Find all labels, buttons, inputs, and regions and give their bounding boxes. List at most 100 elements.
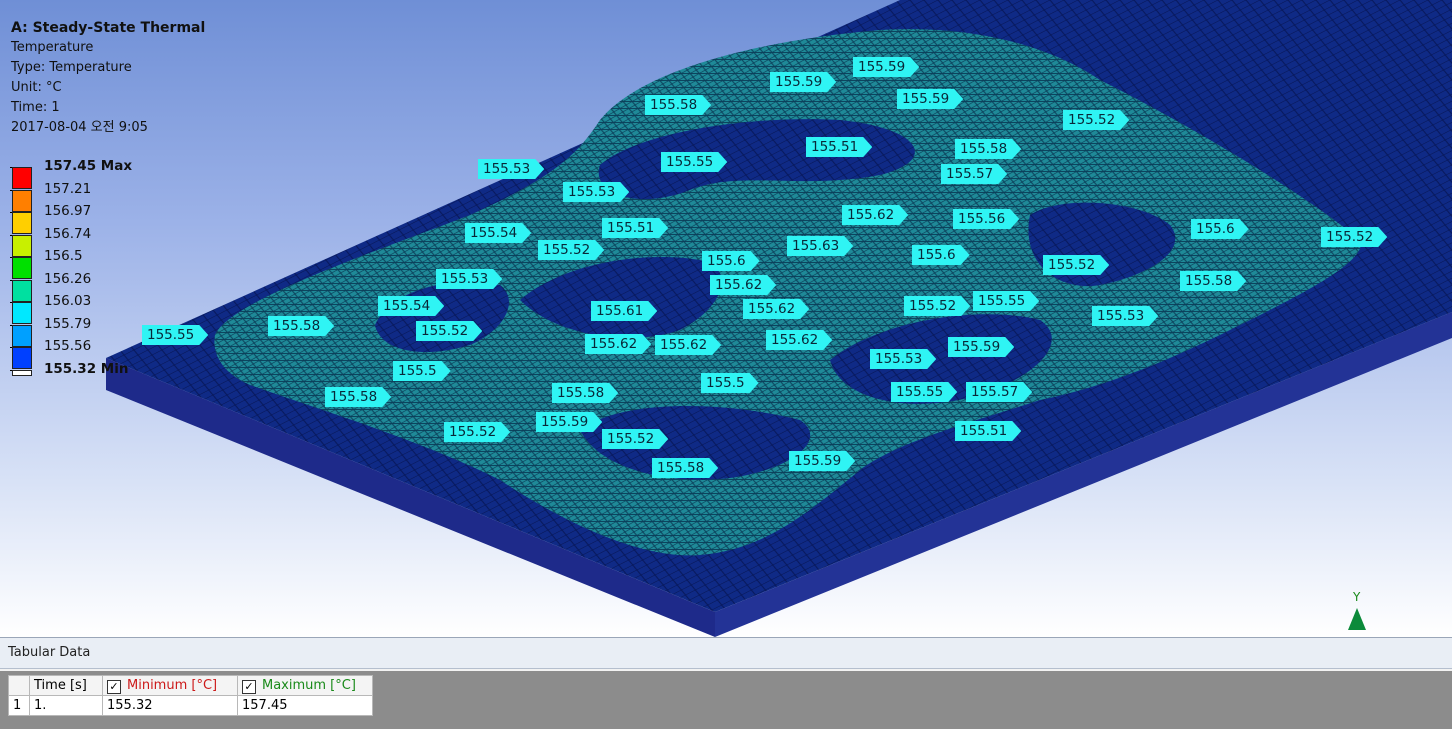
analysis-title: A: Steady-State Thermal bbox=[11, 20, 206, 36]
result-info: A: Steady-State Thermal Temperature Type… bbox=[11, 18, 205, 138]
legend-label[interactable]: 156.03 bbox=[44, 293, 91, 309]
probe-label[interactable]: 155.51 bbox=[602, 218, 668, 238]
legend-label[interactable]: 156.74 bbox=[44, 226, 91, 242]
probe-label[interactable]: 155.58 bbox=[652, 458, 718, 478]
probe-label[interactable]: 155.55 bbox=[973, 291, 1039, 311]
table-row[interactable]: 1 1. 155.32 157.45 bbox=[8, 695, 373, 716]
probe-label[interactable]: 155.61 bbox=[591, 301, 657, 321]
legend-color-swatch[interactable] bbox=[12, 212, 32, 234]
probe-label[interactable]: 155.62 bbox=[766, 330, 832, 350]
tabular-data-grid: Time [s] ✓ Minimum [°C] ✓ Maximum [°C] 1 1… bbox=[0, 671, 1452, 729]
cell-time[interactable]: 1. bbox=[29, 695, 103, 716]
graphics-viewport[interactable]: A: Steady-State Thermal Temperature Type… bbox=[0, 0, 1452, 637]
probe-label[interactable]: 155.52 bbox=[1063, 110, 1129, 130]
probe-label[interactable]: 155.62 bbox=[585, 334, 651, 354]
probe-label[interactable]: 155.6 bbox=[702, 251, 760, 271]
cell-maximum[interactable]: 157.45 bbox=[237, 695, 373, 716]
result-timestamp: 2017-08-04 오전 9:05 bbox=[11, 120, 148, 135]
probe-label[interactable]: 155.52 bbox=[602, 429, 668, 449]
probe-label[interactable]: 155.53 bbox=[478, 159, 544, 179]
probe-label[interactable]: 155.58 bbox=[1180, 271, 1246, 291]
tabular-data-table: Time [s] ✓ Minimum [°C] ✓ Maximum [°C] 1 1… bbox=[8, 675, 373, 716]
probe-label[interactable]: 155.59 bbox=[948, 337, 1014, 357]
probe-label[interactable]: 155.51 bbox=[806, 137, 872, 157]
probe-label[interactable]: 155.53 bbox=[436, 269, 502, 289]
probe-label[interactable]: 155.6 bbox=[912, 245, 970, 265]
probe-label[interactable]: 155.58 bbox=[268, 316, 334, 336]
probe-label[interactable]: 155.53 bbox=[563, 182, 629, 202]
legend-label[interactable]: 155.32 Min bbox=[44, 361, 128, 377]
legend-label[interactable]: 155.79 bbox=[44, 316, 91, 332]
probe-label[interactable]: 155.6 bbox=[1191, 219, 1249, 239]
tabular-data-panel: Tabular Data Time [s] ✓ Minimum [°C] ✓ Max… bbox=[0, 637, 1452, 729]
probe-label[interactable]: 155.52 bbox=[444, 422, 510, 442]
probe-label[interactable]: 155.58 bbox=[955, 139, 1021, 159]
probe-label[interactable]: 155.59 bbox=[897, 89, 963, 109]
probe-label[interactable]: 155.62 bbox=[842, 205, 908, 225]
probe-label[interactable]: 155.56 bbox=[953, 209, 1019, 229]
probe-label[interactable]: 155.54 bbox=[378, 296, 444, 316]
probe-label[interactable]: 155.59 bbox=[536, 412, 602, 432]
legend-color-swatch[interactable] bbox=[12, 279, 32, 302]
probe-label[interactable]: 155.52 bbox=[416, 321, 482, 341]
probe-label[interactable]: 155.62 bbox=[710, 275, 776, 295]
probe-label[interactable]: 155.52 bbox=[904, 296, 970, 316]
probe-label[interactable]: 155.53 bbox=[870, 349, 936, 369]
legend-label[interactable]: 156.97 bbox=[44, 203, 91, 219]
probe-label[interactable]: 155.62 bbox=[743, 299, 809, 319]
legend-color-swatch[interactable] bbox=[12, 234, 32, 257]
result-time: Time: 1 bbox=[11, 100, 60, 115]
legend-label[interactable]: 156.5 bbox=[44, 248, 83, 264]
result-name: Temperature bbox=[11, 40, 94, 55]
column-header-time[interactable]: Time [s] bbox=[29, 675, 103, 696]
probe-label[interactable]: 155.51 bbox=[955, 421, 1021, 441]
probe-label[interactable]: 155.55 bbox=[661, 152, 727, 172]
probe-label[interactable]: 155.5 bbox=[701, 373, 759, 393]
legend-label[interactable]: 156.26 bbox=[44, 271, 91, 287]
minimum-checkbox[interactable]: ✓ bbox=[107, 679, 121, 694]
legend-color-swatch[interactable] bbox=[12, 257, 32, 279]
table-header-row: Time [s] ✓ Minimum [°C] ✓ Maximum [°C] bbox=[8, 675, 373, 696]
probe-label[interactable]: 155.53 bbox=[1092, 306, 1158, 326]
probe-label[interactable]: 155.58 bbox=[552, 383, 618, 403]
axis-triad[interactable]: Y bbox=[1340, 590, 1380, 636]
legend-label[interactable]: 157.45 Max bbox=[44, 158, 132, 174]
probe-label[interactable]: 155.55 bbox=[891, 382, 957, 402]
column-header-minimum[interactable]: ✓ Minimum [°C] bbox=[102, 675, 238, 696]
probe-label[interactable]: 155.52 bbox=[1043, 255, 1109, 275]
column-header-maximum[interactable]: ✓ Maximum [°C] bbox=[237, 675, 373, 696]
legend-label[interactable]: 157.21 bbox=[44, 181, 91, 197]
row-index-header bbox=[8, 675, 30, 696]
column-header-minimum-label: Minimum [°C] bbox=[127, 677, 218, 693]
probe-label[interactable]: 155.58 bbox=[325, 387, 391, 407]
y-axis-label: Y bbox=[1353, 590, 1361, 604]
cell-minimum[interactable]: 155.32 bbox=[102, 695, 238, 716]
maximum-checkbox[interactable]: ✓ bbox=[242, 679, 256, 694]
legend-min-swatch bbox=[12, 369, 32, 376]
legend-label[interactable]: 155.56 bbox=[44, 338, 91, 354]
probe-label[interactable]: 155.55 bbox=[142, 325, 208, 345]
probe-label[interactable]: 155.52 bbox=[538, 240, 604, 260]
probe-label[interactable]: 155.59 bbox=[853, 57, 919, 77]
probe-label[interactable]: 155.5 bbox=[393, 361, 451, 381]
probe-label[interactable]: 155.57 bbox=[941, 164, 1007, 184]
legend-color-swatch[interactable] bbox=[12, 347, 32, 369]
model-view[interactable] bbox=[0, 0, 1452, 637]
probe-label[interactable]: 155.59 bbox=[770, 72, 836, 92]
probe-label[interactable]: 155.63 bbox=[787, 236, 853, 256]
probe-label[interactable]: 155.57 bbox=[966, 382, 1032, 402]
probe-label[interactable]: 155.62 bbox=[655, 335, 721, 355]
result-type: Type: Temperature bbox=[11, 60, 132, 75]
legend-color-swatch[interactable] bbox=[12, 324, 32, 347]
probe-label[interactable]: 155.58 bbox=[645, 95, 711, 115]
legend-color-swatch[interactable] bbox=[12, 189, 32, 212]
result-unit: Unit: °C bbox=[11, 80, 62, 95]
probe-label[interactable]: 155.52 bbox=[1321, 227, 1387, 247]
y-axis-arrow-icon bbox=[1348, 608, 1366, 630]
tabular-data-header: Tabular Data bbox=[0, 637, 1452, 669]
column-header-maximum-label: Maximum [°C] bbox=[262, 677, 356, 693]
probe-label[interactable]: 155.59 bbox=[789, 451, 855, 471]
probe-label[interactable]: 155.54 bbox=[465, 223, 531, 243]
legend-color-swatch[interactable] bbox=[12, 302, 32, 324]
legend-color-swatch[interactable] bbox=[12, 167, 32, 189]
